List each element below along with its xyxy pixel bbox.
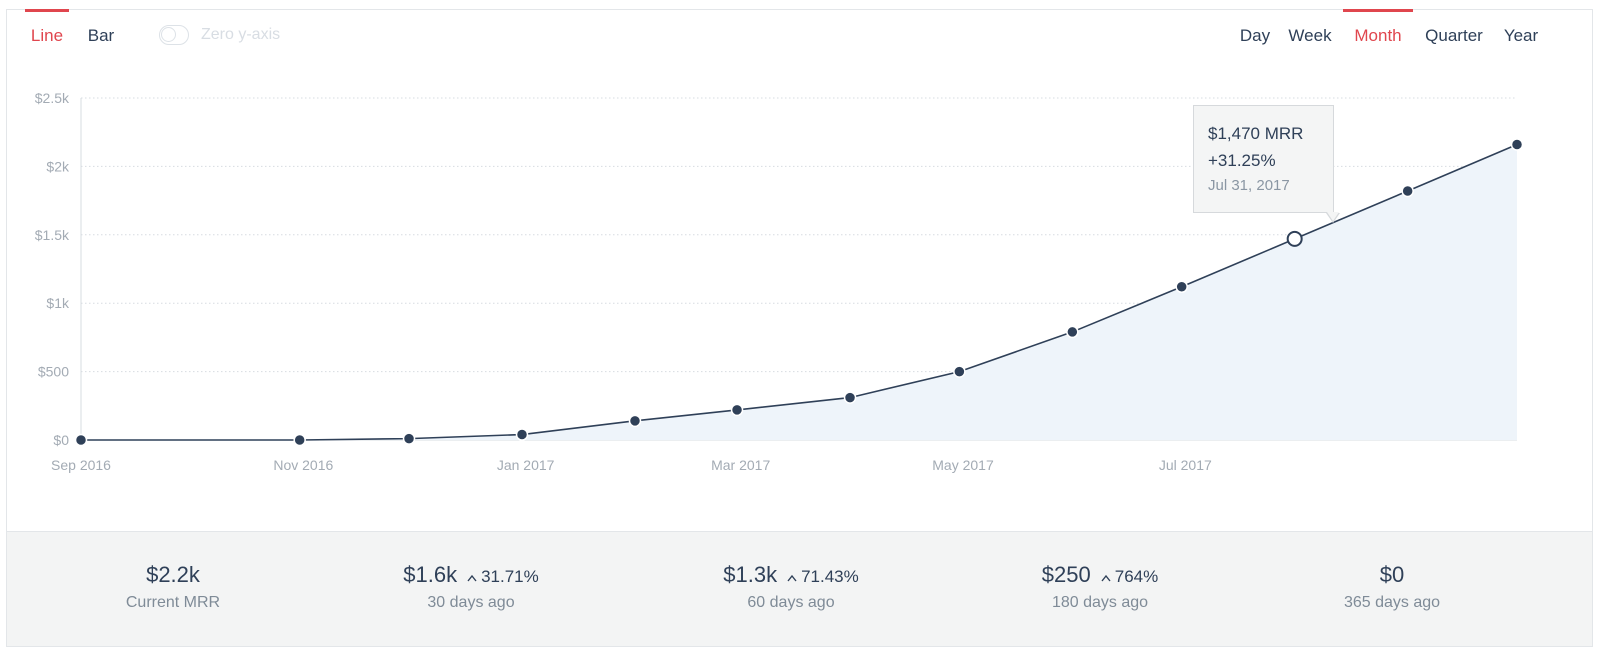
data-point bbox=[1401, 184, 1414, 198]
data-point bbox=[74, 433, 88, 447]
y-tick-label: $500 bbox=[38, 364, 69, 380]
highlighted-data-point bbox=[1286, 230, 1303, 247]
stat-180-days-ago: $250 764% 180 days ago bbox=[1016, 562, 1184, 612]
stat-change: 31.71% bbox=[467, 567, 539, 587]
mrr-line-chart: $0 $500 $1k $1.5k $2k $2.5k Sep 2016 Nov 2016 Ja… bbox=[35, 90, 1524, 473]
x-tick-label: Jul 2017 bbox=[1159, 457, 1212, 473]
stat-value: $1.3k bbox=[723, 562, 778, 587]
data-point bbox=[515, 428, 529, 441]
stat-60-days-ago: $1.3k 71.43% 60 days ago bbox=[701, 562, 881, 612]
caret-up-icon bbox=[787, 574, 797, 582]
stat-value: $250 bbox=[1041, 562, 1091, 587]
data-point bbox=[1066, 325, 1079, 339]
data-point bbox=[953, 365, 966, 378]
y-tick-label: $1.5k bbox=[35, 227, 70, 243]
mrr-summary-bar: $2.2k Current MRR $1.6k 31.71% 30 days a… bbox=[7, 531, 1592, 646]
x-tick-label: Jan 2017 bbox=[497, 457, 555, 473]
stat-change-value: 764% bbox=[1114, 567, 1159, 586]
data-point bbox=[628, 414, 642, 428]
x-tick-label: Mar 2017 bbox=[711, 457, 770, 473]
stat-value: $2.2k bbox=[146, 562, 200, 587]
stat-change: 764% bbox=[1101, 567, 1158, 587]
x-tick-label: Nov 2016 bbox=[273, 457, 333, 473]
tooltip-value: $1,470 MRR bbox=[1208, 124, 1304, 143]
data-point bbox=[1510, 138, 1524, 151]
data-point bbox=[843, 391, 857, 404]
y-tick-label: $1k bbox=[46, 295, 70, 311]
stat-change-value: 31.71% bbox=[481, 567, 539, 586]
tooltip-date: Jul 31, 2017 bbox=[1208, 177, 1290, 194]
stat-365-days-ago: $0 365 days ago bbox=[1317, 562, 1467, 612]
y-tick-label: $2.5k bbox=[35, 90, 70, 106]
mrr-chart-card: Line Bar Zero y-axis Day Week Month Quar… bbox=[6, 9, 1593, 647]
y-tick-label: $0 bbox=[53, 432, 69, 448]
y-tick-label: $2k bbox=[46, 158, 70, 174]
caret-up-icon bbox=[467, 574, 477, 582]
tooltip-change: +31.25% bbox=[1208, 151, 1276, 170]
tooltip-pointer bbox=[1326, 212, 1340, 223]
caret-up-icon bbox=[1101, 574, 1111, 582]
stat-value: $0 bbox=[1379, 562, 1405, 587]
chart-tooltip: $1,470 MRR +31.25% Jul 31, 2017 bbox=[1193, 105, 1334, 213]
stat-value: $1.6k bbox=[403, 562, 458, 587]
data-point bbox=[293, 433, 306, 447]
stat-label: 30 days ago bbox=[427, 594, 515, 611]
stat-change-value: 71.43% bbox=[801, 567, 859, 586]
stat-change: 71.43% bbox=[787, 567, 859, 587]
x-tick-label: Sep 2016 bbox=[51, 457, 111, 473]
x-tick-label: May 2017 bbox=[932, 457, 994, 473]
stat-label: 180 days ago bbox=[1051, 594, 1149, 611]
stat-label: 365 days ago bbox=[1343, 594, 1441, 611]
data-point bbox=[402, 432, 416, 445]
stat-current-mrr: $2.2k Current MRR bbox=[95, 562, 251, 612]
stat-label: Current MRR bbox=[125, 594, 221, 611]
stat-30-days-ago: $1.6k 31.71% 30 days ago bbox=[381, 562, 561, 612]
data-point bbox=[1175, 280, 1188, 294]
data-point bbox=[730, 403, 744, 417]
stat-label: 60 days ago bbox=[747, 594, 835, 611]
